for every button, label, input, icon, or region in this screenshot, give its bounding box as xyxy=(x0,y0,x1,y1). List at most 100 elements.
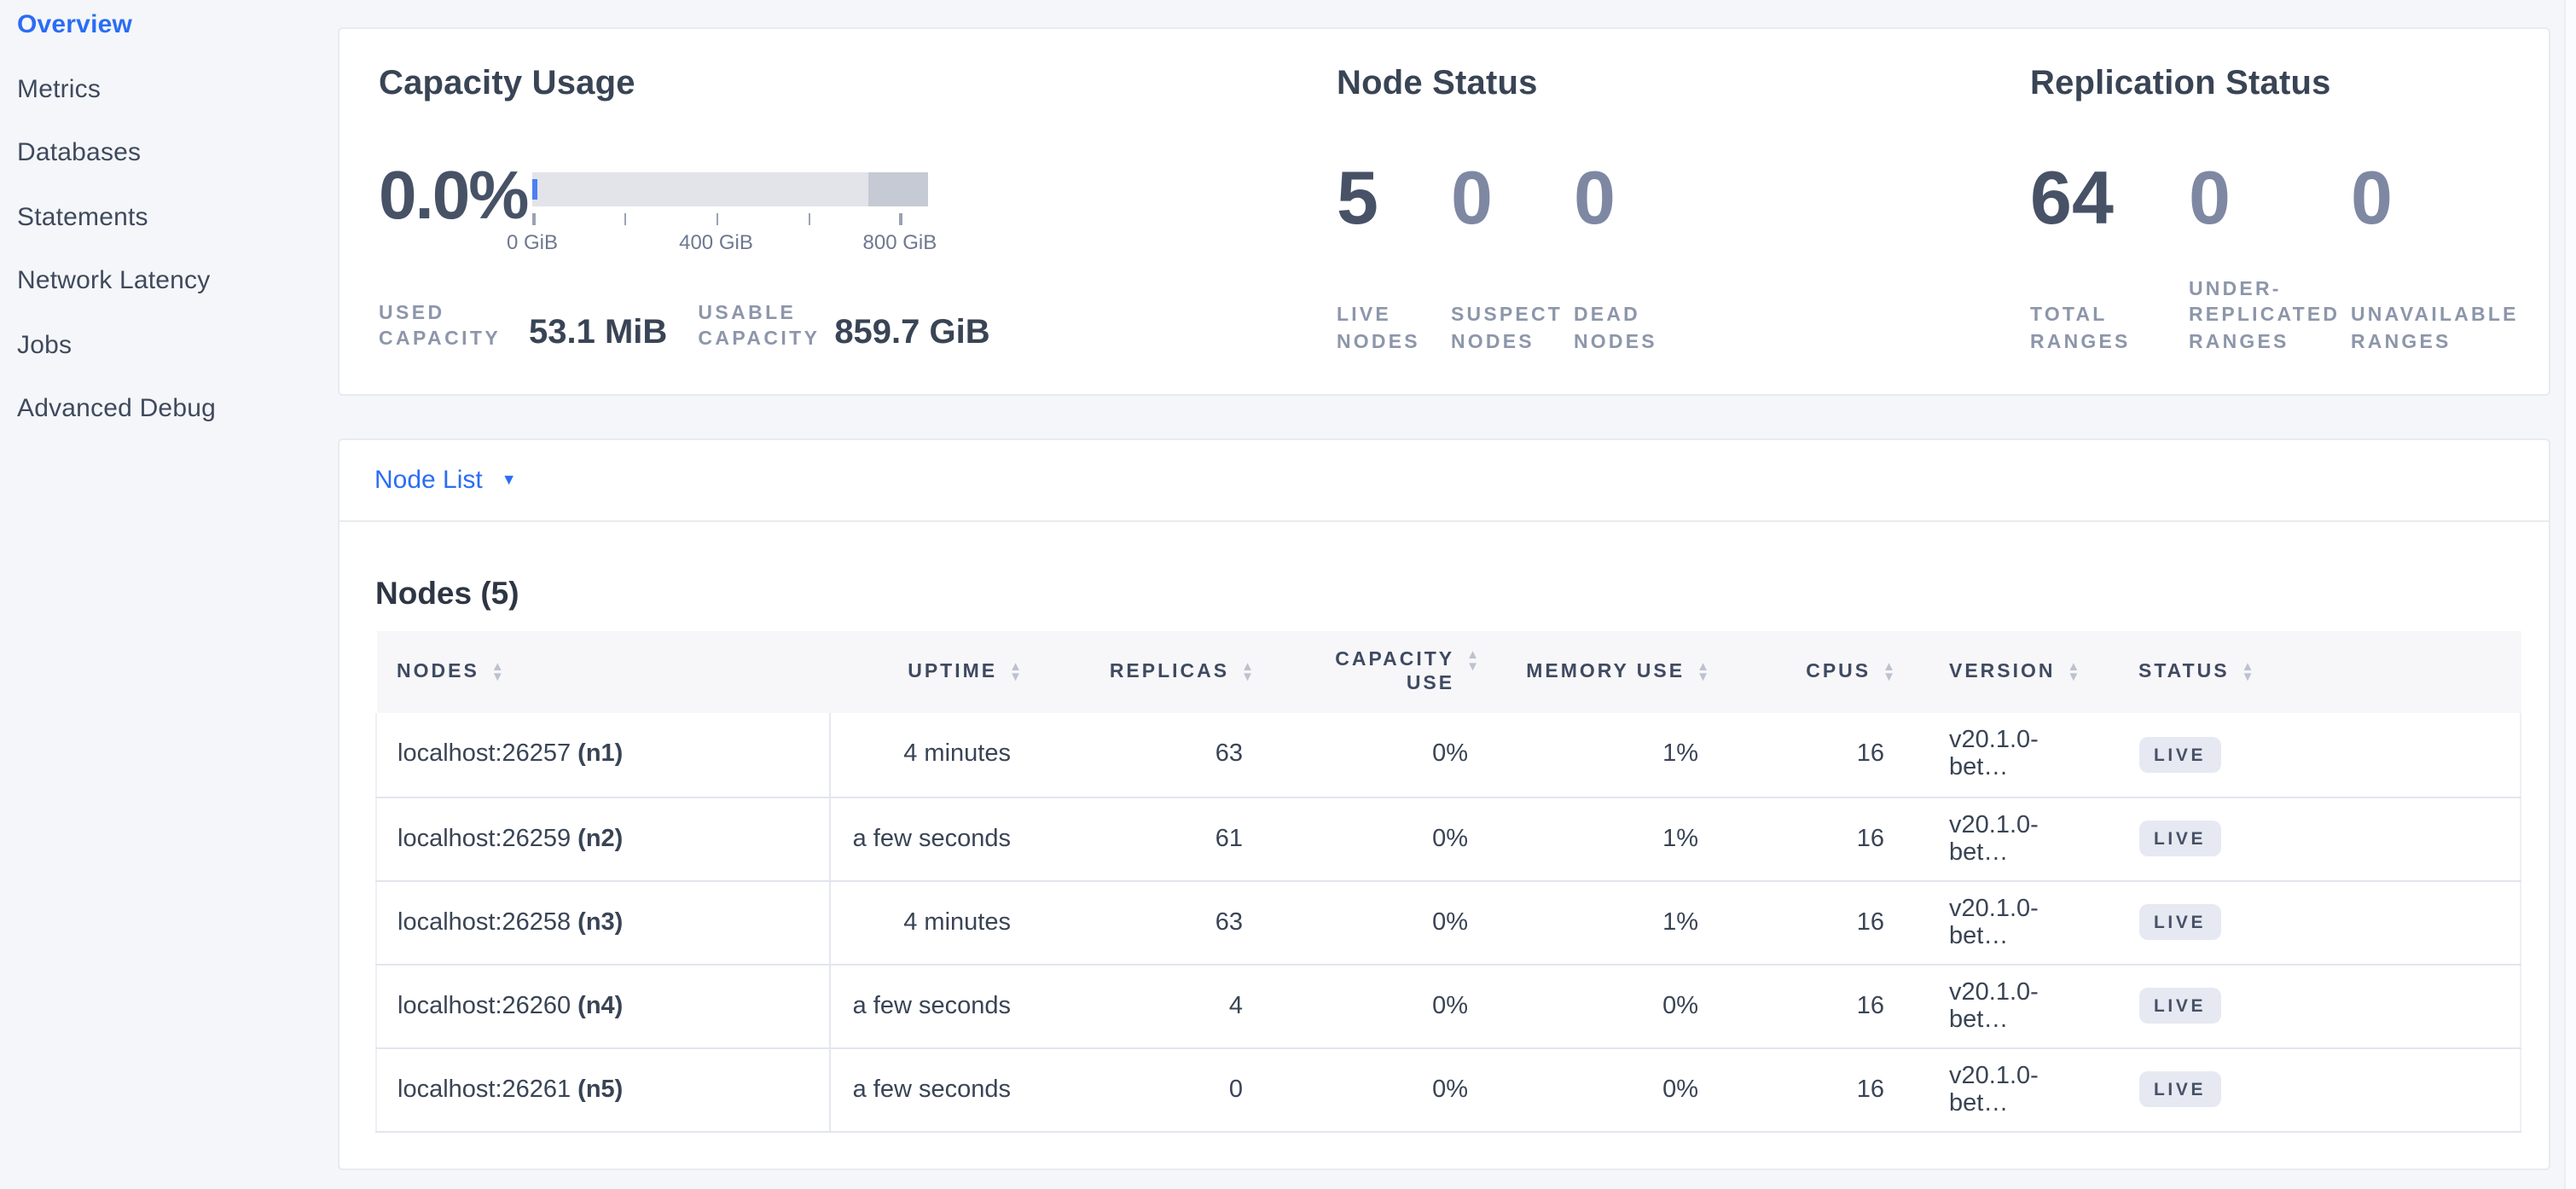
status-cell: LIVE xyxy=(2118,1047,2521,1131)
column-header-capacity-use[interactable]: CAPACITY USE▲▼ xyxy=(1267,631,1492,713)
status-cell: LIVE xyxy=(2118,880,2521,964)
node-id: (n4) xyxy=(577,992,623,1019)
status-cell: LIVE xyxy=(2118,964,2521,1047)
sort-icon: ▲▼ xyxy=(491,661,507,683)
sidebar-item-label: Overview xyxy=(17,11,132,40)
cpus-cell: 16 xyxy=(1722,964,1908,1047)
uptime-cell: 4 minutes xyxy=(830,880,1035,964)
capacity-use-cell: 0% xyxy=(1267,797,1492,880)
unavailable-ranges-label: UNAVAILABLE RANGES xyxy=(2351,304,2509,357)
live-nodes-count: 5 xyxy=(1337,156,1378,240)
capacity-use-cell: 0% xyxy=(1267,713,1492,797)
replicas-cell: 63 xyxy=(1035,713,1267,797)
capacity-use-cell: 0% xyxy=(1267,1047,1492,1131)
node-list-dropdown[interactable]: Node List ▼ xyxy=(339,440,2548,521)
memory-use-cell: 1% xyxy=(1492,713,1722,797)
chevron-down-icon: ▼ xyxy=(502,473,517,488)
uptime-cell: a few seconds xyxy=(830,964,1035,1047)
usable-capacity-label: USABLE CAPACITY xyxy=(698,302,817,351)
node-id: (n5) xyxy=(577,1076,623,1103)
column-header-memory-use[interactable]: MEMORY USE▲▼ xyxy=(1492,631,1722,713)
sidebar-item-label: Databases xyxy=(17,139,141,168)
gauge-tick-label: 400 GiB xyxy=(679,230,753,254)
sidebar-item-statements[interactable]: Statements xyxy=(17,185,336,249)
table-row-node-3[interactable]: localhost:26258(n3) 4 minutes 63 0% 1% 1… xyxy=(376,880,2521,964)
sidebar-item-advanced-debug[interactable]: Advanced Debug xyxy=(17,377,336,441)
replicas-cell: 61 xyxy=(1035,797,1267,880)
page-scrollbar[interactable] xyxy=(2564,0,2576,1189)
dead-nodes-count: 0 xyxy=(1574,156,1616,240)
table-row-node-5[interactable]: localhost:26261(n5) a few seconds 0 0% 0… xyxy=(376,1047,2521,1131)
nodes-table-title: Nodes (5) xyxy=(375,574,2548,612)
replicas-cell: 63 xyxy=(1035,880,1267,964)
capacity-gauge-labels: 0 GiB 400 GiB 800 GiB xyxy=(532,230,927,258)
replicas-cell: 4 xyxy=(1035,964,1267,1047)
sort-icon: ▲▼ xyxy=(2068,661,2083,683)
version-cell: v20.1.0-bet… xyxy=(1908,880,2118,964)
suspect-nodes-count: 0 xyxy=(1451,156,1493,240)
capacity-gauge-ticks xyxy=(532,212,927,229)
sort-icon: ▲▼ xyxy=(1241,661,1256,683)
sidebar-item-metrics[interactable]: Metrics xyxy=(17,57,336,121)
node-id: (n2) xyxy=(577,825,623,852)
column-header-uptime[interactable]: UPTIME▲▼ xyxy=(830,631,1035,713)
live-nodes-label: LIVE NODES xyxy=(1337,304,1451,357)
column-header-nodes[interactable]: NODES▲▼ xyxy=(376,631,830,713)
sidebar-item-jobs[interactable]: Jobs xyxy=(17,313,336,377)
sort-icon: ▲▼ xyxy=(1883,661,1898,683)
cpus-cell: 16 xyxy=(1722,1047,1908,1131)
node-id: (n1) xyxy=(577,741,623,768)
total-ranges-count: 64 xyxy=(2030,156,2114,240)
replication-status-numbers: 64 0 0 xyxy=(2030,161,2509,236)
column-header-replicas[interactable]: REPLICAS▲▼ xyxy=(1035,631,1267,713)
version-cell: v20.1.0-bet… xyxy=(1908,797,2118,880)
node-address-cell: localhost:26259(n2) xyxy=(376,797,830,880)
gauge-tick-label: 0 GiB xyxy=(507,230,558,254)
sidebar-item-label: Statements xyxy=(17,203,148,232)
used-capacity-value: 53.1 MiB xyxy=(529,316,667,351)
used-capacity-label: USED CAPACITY xyxy=(379,302,512,351)
capacity-use-cell: 0% xyxy=(1267,880,1492,964)
cpus-cell: 16 xyxy=(1722,713,1908,797)
cpus-cell: 16 xyxy=(1722,797,1908,880)
column-header-version[interactable]: VERSION▲▼ xyxy=(1908,631,2118,713)
version-cell: v20.1.0-bet… xyxy=(1908,1047,2118,1131)
table-row-node-2[interactable]: localhost:26259(n2) a few seconds 61 0% … xyxy=(376,797,2521,880)
node-address-cell: localhost:26261(n5) xyxy=(376,1047,830,1131)
version-cell: v20.1.0-bet… xyxy=(1908,713,2118,797)
gauge-tick-label: 800 GiB xyxy=(863,230,937,254)
sidebar: Overview Metrics Databases Statements Ne… xyxy=(0,0,336,441)
sidebar-item-network-latency[interactable]: Network Latency xyxy=(17,249,336,313)
under-replicated-ranges-count: 0 xyxy=(2189,156,2231,240)
table-row-node-1[interactable]: localhost:26257(n1) 4 minutes 63 0% 1% 1… xyxy=(376,713,2521,797)
node-list-dropdown-label: Node List xyxy=(374,466,483,495)
sidebar-item-label: Advanced Debug xyxy=(17,395,216,424)
sidebar-item-databases[interactable]: Databases xyxy=(17,121,336,185)
status-badge: LIVE xyxy=(2138,988,2221,1024)
replication-status-labels: TOTAL RANGES UNDER-REPLICATED RANGES UNA… xyxy=(2030,276,2509,357)
under-replicated-ranges-label: UNDER-REPLICATED RANGES xyxy=(2189,277,2351,357)
memory-use-cell: 1% xyxy=(1492,880,1722,964)
sort-icon: ▲▼ xyxy=(1009,661,1024,683)
node-address-cell: localhost:26257(n1) xyxy=(376,713,830,797)
column-header-cpus[interactable]: CPUS▲▼ xyxy=(1722,631,1908,713)
overview-page: Overview Metrics Databases Statements Ne… xyxy=(0,0,2576,1189)
memory-use-cell: 1% xyxy=(1492,797,1722,880)
node-address-cell: localhost:26258(n3) xyxy=(376,880,830,964)
table-row-node-4[interactable]: localhost:26260(n4) a few seconds 4 0% 0… xyxy=(376,964,2521,1047)
cluster-summary-card: Capacity Usage 0.0% 0 GiB 400 GiB 800 Gi… xyxy=(337,26,2550,396)
column-header-status[interactable]: STATUS▲▼ xyxy=(2118,631,2521,713)
total-ranges-label: TOTAL RANGES xyxy=(2030,304,2189,357)
sidebar-item-overview[interactable]: Overview xyxy=(17,0,336,57)
nodes-table-header-row: NODES▲▼ UPTIME▲▼ REPLICAS▲▼ CAPACITY USE… xyxy=(376,631,2521,713)
sidebar-item-label: Network Latency xyxy=(17,267,210,296)
sort-icon: ▲▼ xyxy=(2242,661,2257,683)
uptime-cell: 4 minutes xyxy=(830,713,1035,797)
sidebar-item-label: Jobs xyxy=(17,331,72,360)
capacity-gauge-bar xyxy=(532,172,927,206)
node-status-labels: LIVE NODES SUSPECT NODES DEAD NODES xyxy=(1337,276,1688,357)
status-cell: LIVE xyxy=(2118,713,2521,797)
capacity-use-cell: 0% xyxy=(1267,964,1492,1047)
node-status-section: Node Status 5 0 0 LIVE NODES SUSPECT NOD… xyxy=(1337,64,1538,103)
uptime-cell: a few seconds xyxy=(830,797,1035,880)
